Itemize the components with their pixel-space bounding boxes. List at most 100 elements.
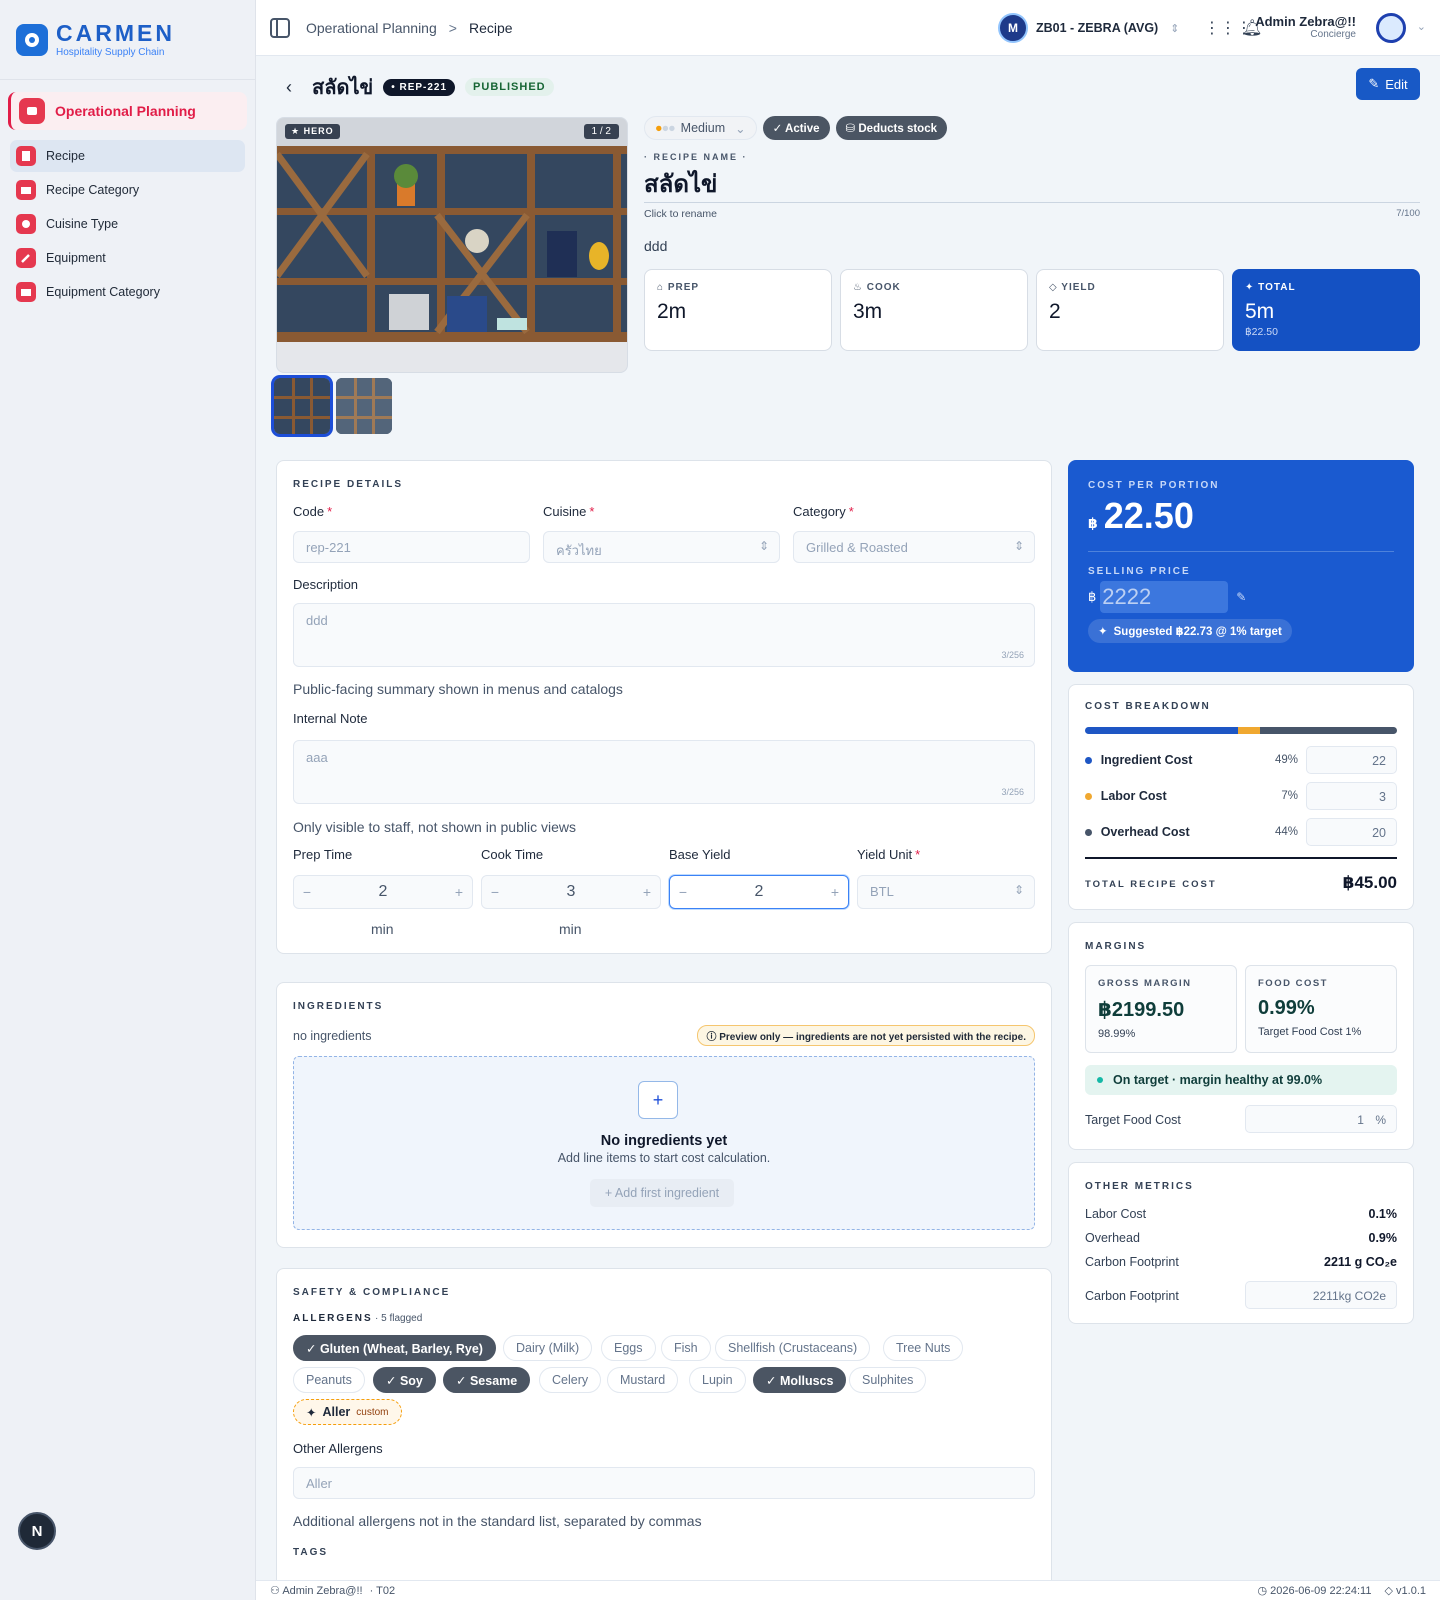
allergen-chip-shellfish[interactable]: Shellfish (Crustaceans)	[715, 1335, 871, 1361]
card-title: COST BREAKDOWN	[1085, 701, 1211, 712]
code-badge: • REP-221	[383, 78, 456, 96]
sidebar-item-label: Equipment	[46, 251, 106, 265]
edit-button[interactable]: ✎ Edit	[1356, 68, 1420, 100]
cuisine-label: Cuisine *	[543, 504, 595, 519]
code-input[interactable]: rep-221	[293, 531, 530, 563]
other-allergens-input[interactable]: Aller	[293, 1467, 1035, 1499]
allergen-chip-fish[interactable]: Fish	[661, 1335, 711, 1361]
allergen-chip-tree-nuts[interactable]: Tree Nuts	[883, 1335, 964, 1361]
plus-icon[interactable]: +	[638, 1081, 678, 1119]
allergen-chip-celery[interactable]: Celery	[539, 1367, 602, 1393]
yield-unit-select[interactable]: BTL	[857, 875, 1035, 909]
pencil-icon[interactable]: ✎	[1236, 590, 1246, 604]
carbon-footprint-input[interactable]: 2211kg CO2e	[1245, 1281, 1397, 1309]
brand[interactable]: CARMEN Hospitality Supply Chain	[0, 0, 255, 80]
description-textarea[interactable]: ddd 3/256	[293, 603, 1035, 667]
category-select[interactable]: Grilled & Roasted	[793, 531, 1035, 563]
brand-name: CARMEN	[56, 20, 175, 46]
recipe-chips: ●●● Medium ⌄ ✓ Active ⛁ Deducts stock	[644, 116, 947, 140]
sidebar-toggle-icon[interactable]	[270, 17, 290, 38]
allergen-chip-custom[interactable]: ✦ Aller custom	[293, 1399, 402, 1425]
add-first-ingredient-button[interactable]: + Add first ingredient	[590, 1179, 734, 1207]
deducts-stock-chip[interactable]: ⛁ Deducts stock	[835, 116, 947, 140]
nextjs-badge[interactable]: N	[18, 1512, 56, 1550]
allergen-chip-eggs[interactable]: Eggs	[601, 1335, 656, 1361]
base-yield-value[interactable]: 2	[755, 883, 764, 901]
sparkles-icon: ✦	[1245, 282, 1259, 293]
thumbnail-2[interactable]	[336, 378, 392, 434]
prep-time-value[interactable]: 2	[379, 883, 388, 901]
user-name: Admin Zebra@!!	[1255, 14, 1356, 29]
breakdown-row-labor: Labor Cost 7% 3	[1085, 781, 1397, 811]
selling-price-input[interactable]: 2222	[1100, 581, 1229, 613]
minus-icon[interactable]: −	[674, 884, 692, 900]
row-label: Overhead Cost	[1100, 825, 1190, 839]
cook-time-label: Cook Time	[481, 847, 544, 862]
cook-time-value[interactable]: 3	[567, 883, 576, 901]
sidebar-item-recipe[interactable]: Recipe	[10, 140, 245, 172]
recipe-name-field[interactable]: สลัดไข่	[644, 164, 717, 203]
internal-note-textarea[interactable]: aaa 3/256	[293, 740, 1035, 804]
base-yield-stepper[interactable]: − 2 +	[669, 875, 849, 909]
divider	[1085, 857, 1397, 859]
description-label: Description	[293, 577, 359, 592]
currency-symbol: ฿	[1088, 589, 1097, 604]
recipe-name-label: · RECIPE NAME ·	[644, 152, 748, 162]
minus-icon[interactable]: −	[298, 884, 316, 900]
target-food-cost-input[interactable]: 1 %	[1245, 1105, 1397, 1133]
category-label: Category *	[793, 504, 854, 519]
breadcrumb-operational-planning[interactable]: Operational Planning	[306, 20, 437, 36]
ingredient-cost-input[interactable]: 22	[1306, 746, 1397, 774]
page-title: สลัดไข่	[312, 77, 374, 99]
user-role: Concierge	[1310, 29, 1356, 40]
prep-time-stepper[interactable]: − 2 +	[293, 875, 473, 909]
status-badge: PUBLISHED	[465, 78, 554, 96]
plus-icon[interactable]: +	[450, 884, 468, 900]
plus-icon[interactable]: +	[826, 884, 844, 900]
stat-value: 3m	[853, 300, 883, 323]
carbon-footprint-label: Carbon Footprint	[1085, 1289, 1179, 1303]
sidebar-item-cuisine-type[interactable]: Cuisine Type	[10, 208, 245, 240]
labor-cost-input[interactable]: 3	[1306, 782, 1397, 810]
suggested-price-badge[interactable]: ✦ Suggested ฿22.73 @ 1% target	[1088, 619, 1292, 643]
user-menu[interactable]: Admin Zebra@!! Concierge	[1255, 14, 1356, 40]
back-arrow-icon[interactable]: ‹	[286, 77, 292, 98]
note-char-count: 3/256	[1001, 787, 1024, 797]
margins-card: MARGINS GROSS MARGIN ฿2199.50 98.99% FOO…	[1068, 922, 1414, 1150]
minus-icon[interactable]: −	[486, 884, 504, 900]
cook-time-stepper[interactable]: − 3 +	[481, 875, 661, 909]
active-chip[interactable]: ✓ Active	[762, 116, 830, 140]
stat-label: YIELD	[1061, 282, 1096, 293]
plus-icon[interactable]: +	[638, 884, 656, 900]
hero-image-card[interactable]: ★ HERO 1 / 2	[276, 117, 628, 373]
book-icon	[16, 146, 36, 166]
overhead-cost-input[interactable]: 20	[1306, 818, 1397, 846]
divider	[1088, 551, 1394, 552]
allergen-chip-lupin[interactable]: Lupin	[689, 1367, 746, 1393]
cuisine-select[interactable]: ครัวไทย	[543, 531, 780, 563]
allergen-chip-dairy[interactable]: Dairy (Milk)	[503, 1335, 593, 1361]
allergen-chip-peanuts[interactable]: Peanuts	[293, 1367, 365, 1393]
tenant-switcher[interactable]: M ZB01 - ZEBRA (AVG) ⇕	[998, 12, 1179, 44]
custom-chip-label: Aller	[322, 1405, 351, 1419]
description-hint: Public-facing summary shown in menus and…	[293, 681, 623, 697]
allergens-flagged-count: · 5 flagged	[375, 1313, 423, 1324]
tag-icon: ◇	[1049, 282, 1062, 293]
thumbnail-1[interactable]	[271, 375, 333, 437]
sidebar-item-equipment[interactable]: Equipment	[10, 242, 245, 274]
allergen-chip-sulphites[interactable]: Sulphites	[849, 1367, 927, 1393]
clock-icon: ◷	[1257, 1585, 1271, 1597]
allergen-chip-soy[interactable]: ✓ Soy	[373, 1367, 436, 1393]
avatar[interactable]	[1376, 13, 1406, 43]
chevron-down-icon[interactable]: ⌄	[1417, 20, 1426, 33]
dot-icon	[1085, 756, 1092, 764]
sidebar-section-operational-planning[interactable]: Operational Planning	[8, 92, 247, 130]
sidebar-item-recipe-category[interactable]: Recipe Category	[10, 174, 245, 206]
allergen-chip-mustard[interactable]: Mustard	[607, 1367, 679, 1393]
bar-segment-ingredient	[1085, 727, 1238, 734]
allergen-chip-sesame[interactable]: ✓ Sesame	[443, 1367, 531, 1393]
difficulty-select[interactable]: ●●● Medium ⌄	[644, 116, 757, 140]
allergen-chip-gluten[interactable]: ✓ Gluten (Wheat, Barley, Rye)	[293, 1335, 496, 1361]
sidebar-item-equipment-category[interactable]: Equipment Category	[10, 276, 245, 308]
allergen-chip-molluscs[interactable]: ✓ Molluscs	[753, 1367, 847, 1393]
